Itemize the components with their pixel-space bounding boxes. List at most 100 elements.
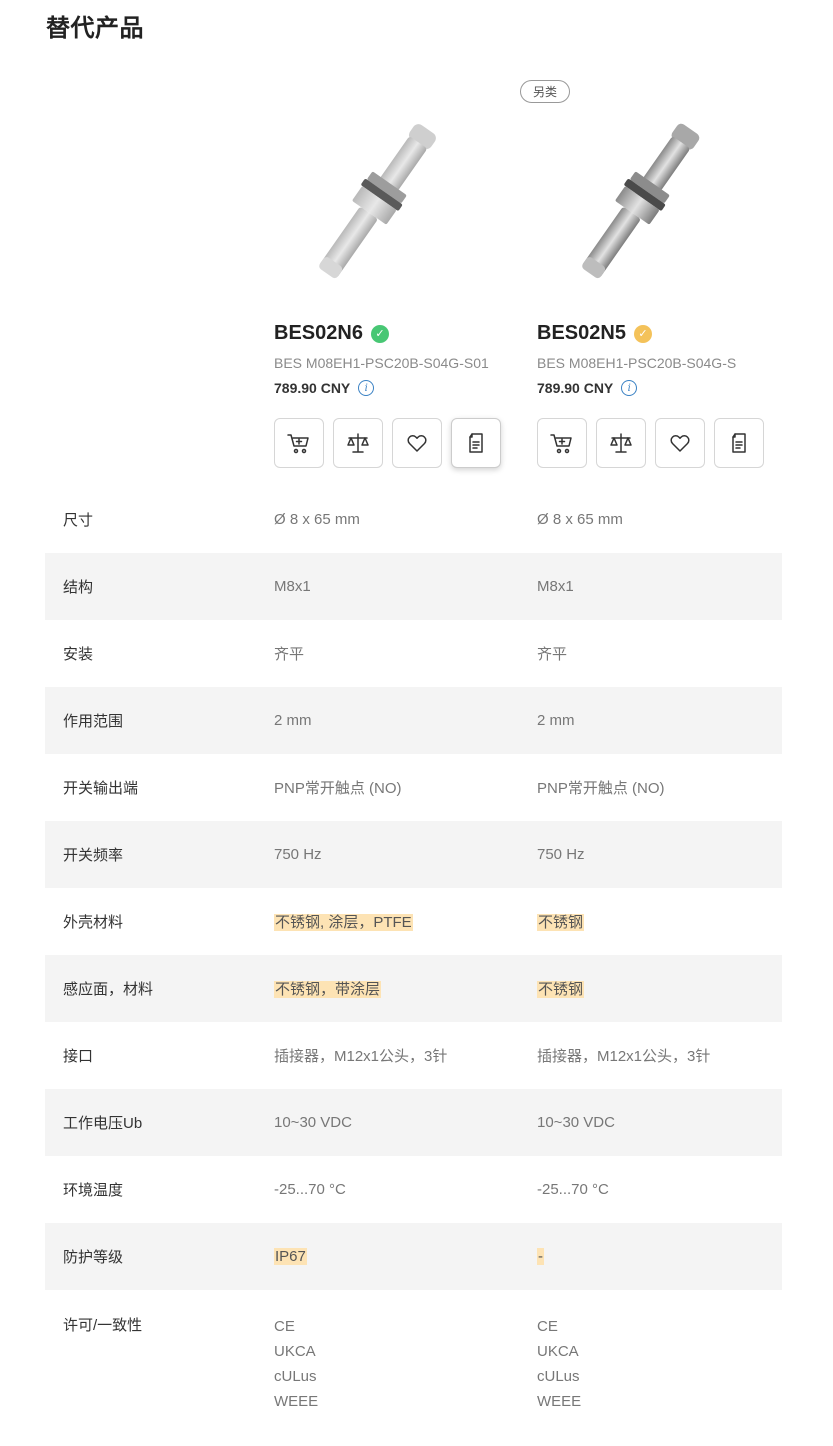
spec-value-2: 750 Hz bbox=[537, 846, 585, 863]
spec-value-1: 2 mm bbox=[274, 712, 312, 729]
heart-icon bbox=[670, 435, 690, 452]
spec-value-2: 齐平 bbox=[537, 646, 568, 663]
add-to-cart-button[interactable] bbox=[537, 418, 587, 468]
badge-row bbox=[274, 78, 524, 104]
spec-label: 开关频率 bbox=[63, 847, 124, 864]
spec-row: 外壳材料 不锈钢, 涂层，PTFE 不锈钢 bbox=[45, 888, 782, 955]
spec-value-1: IP67 bbox=[274, 1248, 537, 1265]
spec-value-1: 不锈钢，带涂层 bbox=[274, 978, 537, 999]
product-image[interactable] bbox=[274, 118, 474, 290]
spec-label: 尺寸 bbox=[63, 512, 94, 529]
spec-value-2: 不锈钢 bbox=[537, 978, 782, 999]
product-name[interactable]: BES02N5 bbox=[537, 322, 626, 345]
product-price: 789.90 CNY bbox=[274, 380, 351, 396]
spec-value-2: 插接器，M12x1公头，3针 bbox=[537, 1048, 711, 1065]
price-row: 789.90 CNY i bbox=[537, 380, 638, 396]
check-circle-icon: ✓ bbox=[633, 324, 652, 343]
spec-value-2: 10~30 VDC bbox=[537, 1114, 615, 1131]
spec-value-2: - bbox=[537, 1248, 782, 1265]
spec-value-1: PNP常开触点 (NO) bbox=[274, 780, 402, 797]
spec-value-1: 插接器，M12x1公头，3针 bbox=[274, 1048, 448, 1065]
spec-row: 开关频率 750 Hz 750 Hz bbox=[45, 821, 782, 888]
spec-value-2: 2 mm bbox=[537, 712, 575, 729]
spec-row: 尺寸 Ø 8 x 65 mm Ø 8 x 65 mm bbox=[45, 486, 782, 553]
spec-value-2: -25...70 °C bbox=[537, 1181, 609, 1198]
add-to-cart-button[interactable] bbox=[274, 418, 324, 468]
favorite-button[interactable] bbox=[655, 418, 705, 468]
spec-value-1: 齐平 bbox=[274, 646, 305, 663]
spec-label: 外壳材料 bbox=[63, 914, 124, 931]
check-circle-icon: ✓ bbox=[370, 324, 389, 343]
product-card-2: 另类 BES02N5 ✓ BES M08EH1-PSC20B-S04G-S 78… bbox=[520, 78, 787, 468]
spec-value-1: Ø 8 x 65 mm bbox=[274, 511, 360, 528]
product-image[interactable] bbox=[537, 118, 737, 290]
approval-item: WEEE bbox=[274, 1393, 319, 1410]
section-title: 替代产品 bbox=[46, 15, 144, 42]
diff-highlight: IP67 bbox=[274, 1248, 307, 1265]
cart-icon bbox=[550, 434, 572, 454]
price-row: 789.90 CNY i bbox=[274, 380, 375, 396]
product-price: 789.90 CNY bbox=[537, 380, 614, 396]
spec-value-1: CE UKCA cULus WEEE bbox=[274, 1314, 537, 1414]
document-icon bbox=[469, 433, 483, 453]
spec-value-1: M8x1 bbox=[274, 578, 311, 595]
spec-label: 环境温度 bbox=[63, 1182, 124, 1199]
approval-item: cULus bbox=[537, 1368, 580, 1385]
spec-value-1: 750 Hz bbox=[274, 846, 322, 863]
spec-label: 结构 bbox=[63, 579, 94, 596]
product-name[interactable]: BES02N6 bbox=[274, 322, 363, 345]
diff-highlight: 不锈钢，带涂层 bbox=[274, 981, 382, 998]
spec-label: 防护等级 bbox=[63, 1249, 124, 1266]
spec-row: 感应面，材料 不锈钢，带涂层 不锈钢 bbox=[45, 955, 782, 1022]
approval-item: CE bbox=[537, 1318, 558, 1335]
spec-table: 尺寸 Ø 8 x 65 mm Ø 8 x 65 mm 结构 M8x1 M8x1 … bbox=[45, 486, 782, 1426]
info-icon[interactable]: i bbox=[621, 380, 638, 396]
product-card-1: BES02N6 ✓ BES M08EH1-PSC20B-S04G-S01 789… bbox=[274, 78, 524, 468]
approval-item: UKCA bbox=[274, 1343, 316, 1360]
diff-highlight: 不锈钢 bbox=[537, 981, 585, 998]
approval-item: WEEE bbox=[537, 1393, 582, 1410]
spec-value-1: 10~30 VDC bbox=[274, 1114, 352, 1131]
spec-label: 作用范围 bbox=[63, 713, 124, 730]
compare-button[interactable] bbox=[333, 418, 383, 468]
info-icon[interactable]: i bbox=[358, 380, 375, 396]
spec-row: 安装 齐平 齐平 bbox=[45, 620, 782, 687]
product-name-row: BES02N5 ✓ bbox=[537, 322, 652, 345]
product-code: BES M08EH1-PSC20B-S04G-S01 bbox=[274, 355, 489, 371]
scale-icon bbox=[347, 433, 369, 453]
product-actions bbox=[274, 418, 501, 468]
product-actions bbox=[537, 418, 764, 468]
product-name-row: BES02N6 ✓ bbox=[274, 322, 389, 345]
spec-value-1: -25...70 °C bbox=[274, 1181, 346, 1198]
spec-label: 许可/一致性 bbox=[63, 1317, 143, 1334]
spec-label: 工作电压Ub bbox=[63, 1115, 143, 1132]
cart-icon bbox=[287, 434, 309, 454]
heart-icon bbox=[407, 435, 427, 452]
badge-row: 另类 bbox=[520, 78, 787, 104]
spec-label: 感应面，材料 bbox=[63, 981, 154, 998]
spec-row: 许可/一致性 CE UKCA cULus WEEE CE UKCA cULus … bbox=[45, 1290, 782, 1426]
scale-icon bbox=[610, 433, 632, 453]
diff-highlight: 不锈钢 bbox=[537, 914, 585, 931]
spec-label: 安装 bbox=[63, 646, 94, 663]
alternative-badge: 另类 bbox=[520, 80, 571, 103]
diff-highlight: 不锈钢, 涂层，PTFE bbox=[274, 914, 413, 931]
spec-label: 开关输出端 bbox=[63, 780, 139, 797]
datasheet-button[interactable] bbox=[451, 418, 501, 468]
datasheet-button[interactable] bbox=[714, 418, 764, 468]
compare-button[interactable] bbox=[596, 418, 646, 468]
spec-value-2: PNP常开触点 (NO) bbox=[537, 780, 665, 797]
spec-value-2: M8x1 bbox=[537, 578, 574, 595]
approval-item: cULus bbox=[274, 1368, 317, 1385]
approval-item: CE bbox=[274, 1318, 295, 1335]
spec-row: 开关输出端 PNP常开触点 (NO) PNP常开触点 (NO) bbox=[45, 754, 782, 821]
diff-highlight: - bbox=[537, 1248, 544, 1265]
spec-value-2: 不锈钢 bbox=[537, 911, 782, 932]
spec-row: 接口 插接器，M12x1公头，3针 插接器，M12x1公头，3针 bbox=[45, 1022, 782, 1089]
spec-row: 环境温度 -25...70 °C -25...70 °C bbox=[45, 1156, 782, 1223]
spec-row: 工作电压Ub 10~30 VDC 10~30 VDC bbox=[45, 1089, 782, 1156]
favorite-button[interactable] bbox=[392, 418, 442, 468]
spec-label: 接口 bbox=[63, 1048, 94, 1065]
spec-value-2: Ø 8 x 65 mm bbox=[537, 511, 623, 528]
approval-item: UKCA bbox=[537, 1343, 579, 1360]
